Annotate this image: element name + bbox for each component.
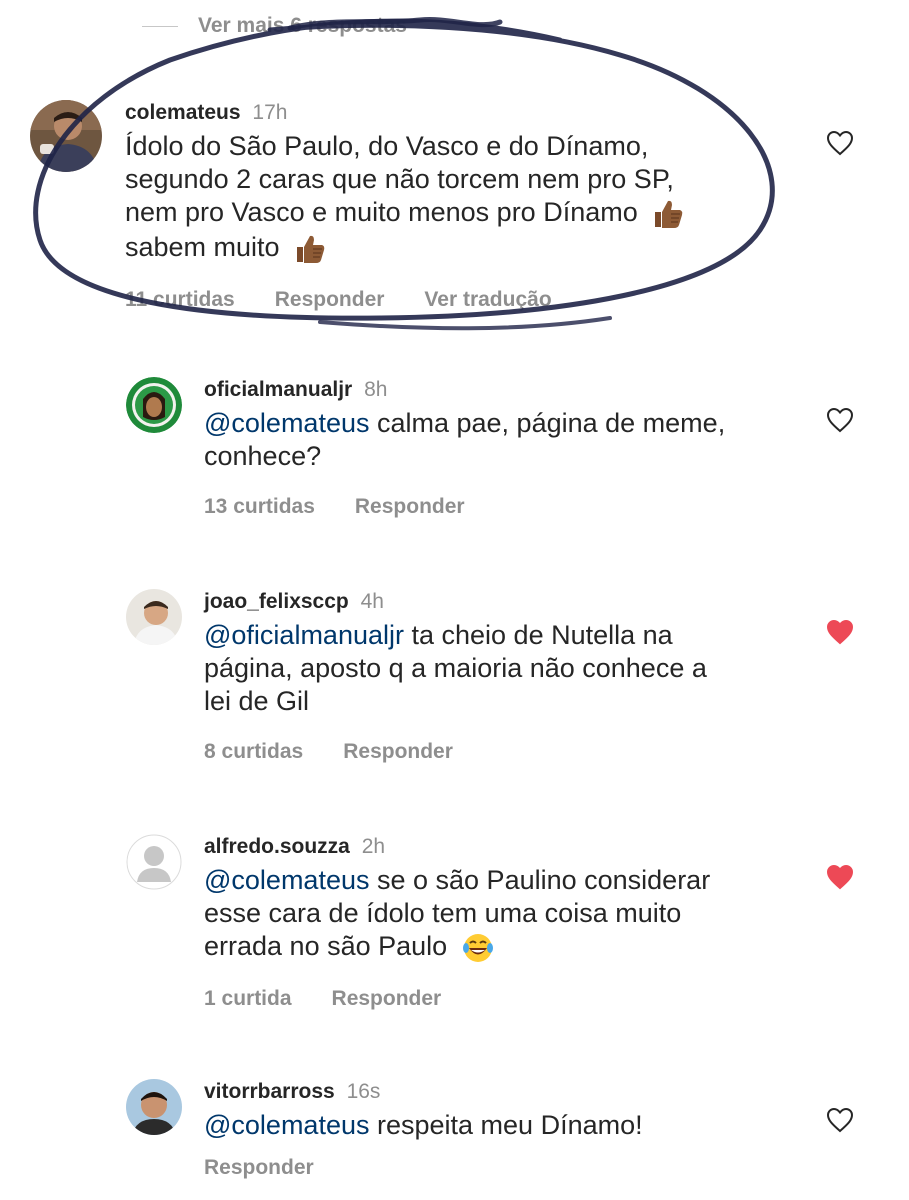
username[interactable]: alfredo.souzza [204, 835, 350, 858]
username[interactable]: oficialmanualjr [204, 378, 352, 401]
heart-icon[interactable] [826, 407, 854, 433]
likes-count-button[interactable]: 1 curtida [204, 987, 292, 1011]
comment-header: alfredo.souzza 2h [204, 834, 710, 860]
comment-line: Ídolo do São Paulo, do Vasco e do Dínamo… [125, 131, 649, 161]
comment-line: @oficialmanualjr ta cheio de Nutella na [204, 619, 707, 652]
timestamp: 17h [252, 101, 288, 124]
comment-line-text: se o são Paulino considerar [369, 865, 711, 895]
comment-line-text: respeita meu Dínamo! [369, 1110, 643, 1140]
avatar-colemateus[interactable] [30, 100, 102, 172]
heart-filled-icon[interactable] [826, 864, 854, 890]
comment-line: @colemateus se o são Paulino considerar [204, 864, 710, 897]
timestamp: 4h [360, 590, 384, 613]
comment-actions: 13 curtidas Responder [204, 495, 725, 519]
comment-header: colemateus 17h [125, 100, 685, 126]
see-translation-button[interactable]: Ver tradução [424, 288, 551, 312]
timestamp: 2h [361, 835, 386, 858]
thumbs-up-emoji-icon [655, 200, 683, 228]
username[interactable]: joao_felixsccp [204, 590, 349, 613]
mention-link[interactable]: @colemateus [204, 1110, 369, 1140]
comment-line: segundo 2 caras que não torcem nem pro S… [125, 164, 674, 194]
comment-actions: 8 curtidas Responder [204, 740, 707, 764]
comment-line: esse cara de ídolo tem uma coisa muito [204, 898, 682, 928]
comment-line-with-emoji: nem pro Vasco e muito menos pro Dínamo [125, 196, 685, 231]
mention-link[interactable]: @colemateus [204, 408, 369, 438]
comment-text: @colemateus se o são Paulino considerar … [204, 864, 710, 965]
comment-text: @colemateus respeita meu Dínamo! [204, 1109, 643, 1142]
view-more-divider [142, 25, 178, 27]
avatar-joao-felixsccp[interactable] [126, 589, 182, 645]
comment-line: errada no são Paulo [204, 931, 448, 961]
likes-count-button[interactable]: 11 curtidas [125, 288, 235, 312]
timestamp: 16s [346, 1080, 381, 1103]
comment-line-with-emoji: sabem muito [125, 231, 685, 266]
mention-link[interactable]: @oficialmanualjr [204, 620, 404, 650]
comment-line-text: calma pae, página de meme, [369, 408, 726, 438]
avatar-alfredo-souzza[interactable] [126, 834, 182, 890]
comment-line: @colemateus calma pae, página de meme, [204, 407, 725, 440]
comment-header: oficialmanualjr 8h [204, 377, 725, 403]
reply-button[interactable]: Responder [343, 740, 453, 764]
comment-actions: 1 curtida Responder [204, 987, 710, 1011]
heart-icon[interactable] [826, 130, 854, 156]
reply-button[interactable]: Responder [275, 288, 385, 312]
reply-button[interactable]: Responder [355, 495, 465, 519]
thumbs-up-emoji-icon [297, 235, 325, 263]
comment-line: @colemateus respeita meu Dínamo! [204, 1109, 643, 1142]
heart-filled-icon[interactable] [826, 619, 854, 645]
username[interactable]: vitorrbarross [204, 1080, 335, 1103]
comment-line: lei de Gil [204, 686, 310, 716]
heart-icon[interactable] [826, 1107, 854, 1133]
avatar-vitorrbarross[interactable] [126, 1079, 182, 1135]
likes-count-button[interactable]: 13 curtidas [204, 495, 315, 519]
comment-line: conhece? [204, 441, 322, 471]
comment-text: Ídolo do São Paulo, do Vasco e do Dínamo… [125, 130, 685, 266]
reply-button[interactable]: Responder [332, 987, 442, 1011]
comment-line: página, aposto q a maioria não conhece a [204, 653, 707, 683]
likes-count-button[interactable]: 8 curtidas [204, 740, 303, 764]
avatar-oficialmanualjr[interactable] [126, 377, 182, 433]
comment-line-with-emoji: errada no são Paulo [204, 930, 710, 965]
mention-link[interactable]: @colemateus [204, 865, 369, 895]
username[interactable]: colemateus [125, 101, 241, 124]
comment-header: joao_felixsccp 4h [204, 589, 707, 615]
comment-actions: 11 curtidas Responder Ver tradução [125, 288, 685, 312]
comment-text: @oficialmanualjr ta cheio de Nutella na … [204, 619, 707, 718]
laughing-tears-emoji-icon [462, 933, 493, 962]
timestamp: 8h [364, 378, 388, 401]
comment-line: nem pro Vasco e muito menos pro Dínamo [125, 197, 638, 227]
view-more-replies-button[interactable]: Ver mais 6 respostas [142, 14, 407, 38]
comment-text: @colemateus calma pae, página de meme, c… [204, 407, 725, 473]
comment-line-text: ta cheio de Nutella na [403, 620, 673, 650]
comment-line: sabem muito [125, 231, 280, 262]
view-more-label: Ver mais 6 respostas [198, 14, 407, 37]
comment-header: vitorrbarross 16s [204, 1079, 643, 1105]
reply-button[interactable]: Responder [204, 1156, 314, 1180]
comment-actions: Responder [204, 1156, 643, 1180]
